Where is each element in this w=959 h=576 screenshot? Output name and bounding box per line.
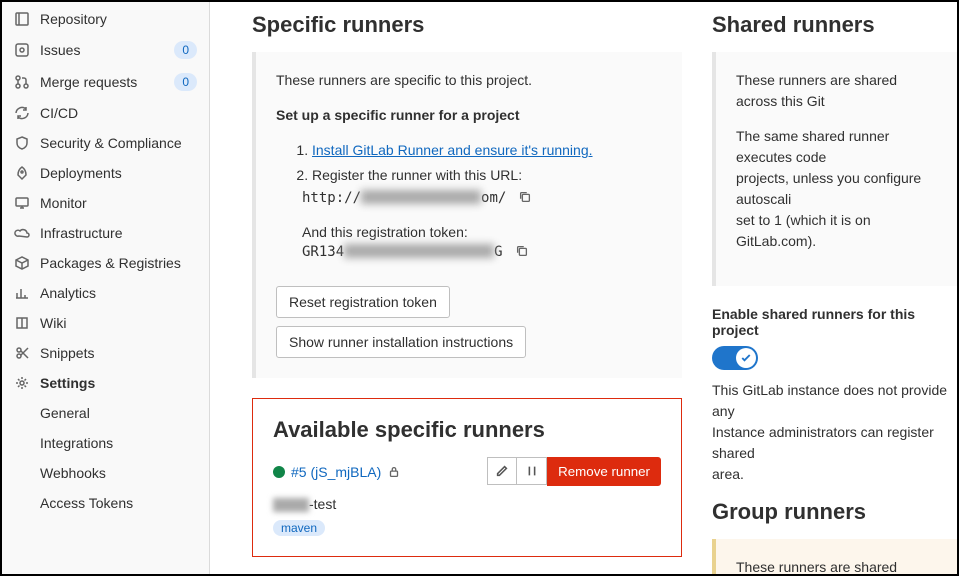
sidebar-item-label: Monitor xyxy=(40,195,87,211)
sidebar-item-label: Wiki xyxy=(40,315,66,331)
enable-shared-label: Enable shared runners for this project xyxy=(712,306,915,338)
book-icon xyxy=(14,315,30,331)
specific-runners-title: Specific runners xyxy=(252,12,682,38)
registration-url: http://xxxxxxxxom/ xyxy=(302,190,662,206)
sidebar-item-label: Repository xyxy=(40,11,107,27)
registration-token: GR134xxxxxxxxG xyxy=(302,244,662,260)
toggle-knob xyxy=(736,348,756,368)
sidebar-item-label: Settings xyxy=(40,375,95,391)
sidebar-sub-webhooks[interactable]: Webhooks xyxy=(2,458,209,488)
runner-name: -test xyxy=(273,496,661,512)
sidebar-sub-access-tokens[interactable]: Access Tokens xyxy=(2,488,209,518)
sidebar-item-deployments[interactable]: Deployments xyxy=(2,158,209,188)
runner-name-suffix: -test xyxy=(309,496,336,512)
sidebar-item-infrastructure[interactable]: Infrastructure xyxy=(2,218,209,248)
runner-tag: maven xyxy=(273,520,325,536)
setup-heading: Set up a specific runner for a project xyxy=(276,107,520,123)
sidebar-item-label: Infrastructure xyxy=(40,225,122,241)
sidebar-item-issues[interactable]: Issues 0 xyxy=(2,34,209,66)
group-panel: These runners are shared across project … xyxy=(712,539,957,574)
sidebar-item-label: Merge requests xyxy=(40,74,137,90)
merge-icon xyxy=(14,74,30,90)
group-runners-title: Group runners xyxy=(712,499,957,525)
shared-desc-line: The same shared runner executes code xyxy=(736,128,889,165)
remove-runner-button[interactable]: Remove runner xyxy=(547,457,661,486)
chart-icon xyxy=(14,285,30,301)
register-step: Register the runner with this URL: xyxy=(312,165,662,186)
sidebar-item-monitor[interactable]: Monitor xyxy=(2,188,209,218)
sidebar-sub-integrations[interactable]: Integrations xyxy=(2,428,209,458)
sidebar-item-label: Deployments xyxy=(40,165,122,181)
issues-badge: 0 xyxy=(174,41,197,59)
main-content: Specific runners These runners are speci… xyxy=(210,2,957,574)
merge-badge: 0 xyxy=(174,73,197,91)
shared-panel: These runners are shared across this Git… xyxy=(712,52,957,286)
sidebar: Repository Issues 0 Merge requests 0 CI/… xyxy=(2,2,210,574)
shared-desc-line: set to 1 (which it is on GitLab.com). xyxy=(736,212,871,249)
specific-panel: These runners are specific to this proje… xyxy=(252,52,682,378)
sidebar-sub-label: General xyxy=(40,405,90,421)
sidebar-sub-label: Integrations xyxy=(40,435,113,451)
cloud-icon xyxy=(14,225,30,241)
token-suffix: G xyxy=(494,244,502,260)
monitor-icon xyxy=(14,195,30,211)
url-suffix: om/ xyxy=(481,190,506,206)
sidebar-item-settings[interactable]: Settings xyxy=(2,368,209,398)
pause-runner-button[interactable] xyxy=(517,457,547,485)
package-icon xyxy=(14,255,30,271)
group-intro: These runners are shared across project xyxy=(736,557,937,574)
sidebar-item-label: Snippets xyxy=(40,345,94,361)
token-label: And this registration token: xyxy=(302,224,662,240)
specific-intro: These runners are specific to this proje… xyxy=(276,70,662,91)
shared-info-line: area. xyxy=(712,466,744,482)
copy-url-button[interactable] xyxy=(518,190,534,206)
available-runners-box: Available specific runners #5 (jS_mjBLA)… xyxy=(252,398,682,557)
token-prefix: GR134 xyxy=(302,244,344,260)
sidebar-item-label: Packages & Registries xyxy=(40,255,181,271)
sidebar-sub-general[interactable]: General xyxy=(2,398,209,428)
sidebar-sub-label: Access Tokens xyxy=(40,495,133,511)
shared-info-line: This GitLab instance does not provide an… xyxy=(712,382,947,419)
sidebar-item-label: CI/CD xyxy=(40,105,78,121)
sidebar-item-analytics[interactable]: Analytics xyxy=(2,278,209,308)
runner-status-online-icon xyxy=(273,466,285,478)
repo-icon xyxy=(14,11,30,27)
sidebar-item-label: Security & Compliance xyxy=(40,135,182,151)
install-runner-link[interactable]: Install GitLab Runner and ensure it's ru… xyxy=(312,142,593,158)
shield-icon xyxy=(14,135,30,151)
sidebar-item-security[interactable]: Security & Compliance xyxy=(2,128,209,158)
sidebar-item-cicd[interactable]: CI/CD xyxy=(2,98,209,128)
sidebar-item-merge-requests[interactable]: Merge requests 0 xyxy=(2,66,209,98)
runner-link[interactable]: #5 (jS_mjBLA) xyxy=(291,464,381,480)
lock-icon xyxy=(387,465,401,479)
reset-token-button[interactable]: Reset registration token xyxy=(276,286,450,318)
rocket-icon xyxy=(14,165,30,181)
shared-info: This GitLab instance does not provide an… xyxy=(712,380,957,485)
shared-info-line: Instance administrators can register sha… xyxy=(712,424,934,461)
shared-intro: These runners are shared across this Git xyxy=(736,70,937,112)
scissors-icon xyxy=(14,345,30,361)
url-prefix: http:// xyxy=(302,190,361,206)
edit-runner-button[interactable] xyxy=(487,457,517,485)
copy-token-button[interactable] xyxy=(515,244,531,260)
shared-desc-line: projects, unless you configure autoscali xyxy=(736,170,921,207)
sidebar-item-label: Analytics xyxy=(40,285,96,301)
enable-shared-toggle[interactable] xyxy=(712,346,758,370)
sidebar-item-repository[interactable]: Repository xyxy=(2,4,209,34)
sidebar-item-packages[interactable]: Packages & Registries xyxy=(2,248,209,278)
sidebar-item-label: Issues xyxy=(40,42,80,58)
issues-icon xyxy=(14,42,30,58)
sidebar-sub-label: Webhooks xyxy=(40,465,106,481)
shared-desc: The same shared runner executes code pro… xyxy=(736,126,937,252)
available-runners-title: Available specific runners xyxy=(273,417,661,443)
sidebar-item-wiki[interactable]: Wiki xyxy=(2,308,209,338)
sidebar-item-snippets[interactable]: Snippets xyxy=(2,338,209,368)
shared-runners-title: Shared runners xyxy=(712,12,957,38)
cicd-icon xyxy=(14,105,30,121)
gear-icon xyxy=(14,375,30,391)
show-instructions-button[interactable]: Show runner installation instructions xyxy=(276,326,526,358)
